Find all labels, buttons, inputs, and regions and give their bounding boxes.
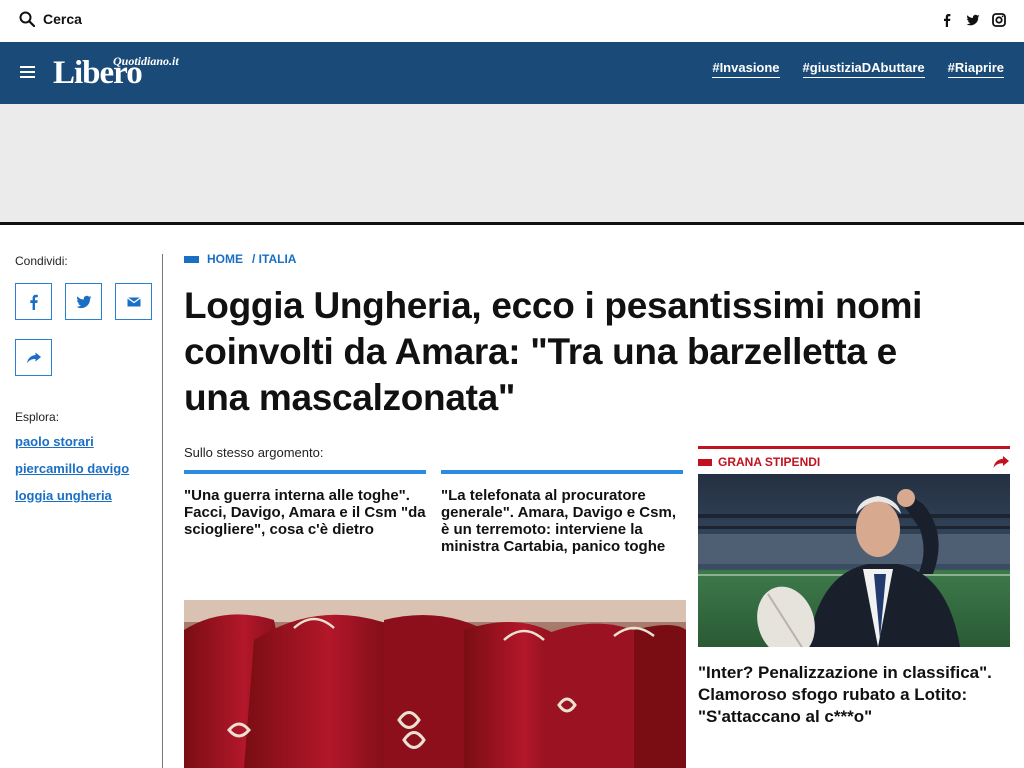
menu-icon[interactable] <box>20 66 35 78</box>
hashtag-nav: #Invasione #giustiziaDAbuttare #Riaprire <box>712 60 1004 78</box>
explore-label: Esplora: <box>15 410 60 424</box>
related-label: Sullo stesso argomento: <box>184 445 324 460</box>
card-category: GRANA STIPENDI <box>698 455 820 469</box>
explore-link-paolo-storari[interactable]: paolo storari <box>15 434 155 449</box>
instagram-link[interactable] <box>992 13 1006 27</box>
explore-link-loggia-ungheria[interactable]: loggia ungheria <box>15 488 155 503</box>
explore-link-piercamillo-davigo[interactable]: piercamillo davigo <box>15 461 155 476</box>
related-article-1[interactable]: "Una guerra interna alle toghe". Facci, … <box>184 470 426 538</box>
share-buttons <box>15 283 155 376</box>
twitter-icon <box>966 14 980 26</box>
ad-divider <box>0 222 1024 225</box>
explore-links: paolo storari piercamillo davigo loggia … <box>15 434 155 503</box>
hashtag-giustizia[interactable]: #giustiziaDAbuttare <box>802 60 925 78</box>
share-more-button[interactable] <box>15 339 52 376</box>
site-header: Quotidiano.it Libero #Invasione #giustiz… <box>0 42 1024 104</box>
share-facebook-button[interactable] <box>15 283 52 320</box>
facebook-link[interactable] <box>940 13 954 27</box>
search-icon <box>19 11 35 27</box>
facebook-icon <box>944 14 951 27</box>
card-category-label: GRANA STIPENDI <box>718 455 821 469</box>
twitter-icon <box>76 295 91 308</box>
breadcrumb-marker <box>184 255 199 263</box>
card-headline[interactable]: "Inter? Penalizzazione in classifica". C… <box>698 662 1010 728</box>
libero-logo[interactable]: Quotidiano.it Libero <box>53 52 193 92</box>
share-arrow-icon <box>26 352 41 363</box>
column-divider <box>162 254 163 768</box>
share-twitter-button[interactable] <box>65 283 102 320</box>
sidebar-news-card[interactable]: GRANA STIPENDI "Inter? Penalizzazione in… <box>698 446 1010 728</box>
search-button[interactable]: Cerca <box>19 11 82 27</box>
article-main-image <box>184 600 686 768</box>
social-links <box>940 13 1006 27</box>
hashtag-riaprire[interactable]: #Riaprire <box>947 60 1004 78</box>
mail-icon <box>126 296 141 306</box>
search-label: Cerca <box>43 11 82 27</box>
top-utility-bar: Cerca <box>0 0 1024 42</box>
related-article-1-title: "Una guerra interna alle toghe". Facci, … <box>184 487 426 538</box>
breadcrumb: HOME / ITALIA <box>184 252 300 266</box>
card-category-row: GRANA STIPENDI <box>698 449 1010 474</box>
related-article-2-title: "La telefonata al procuratore generale".… <box>441 487 676 555</box>
breadcrumb-home[interactable]: HOME <box>207 252 243 266</box>
hashtag-invasione[interactable]: #Invasione <box>712 60 780 78</box>
share-label: Condividi: <box>15 254 68 268</box>
share-arrow-icon[interactable] <box>992 455 1010 469</box>
breadcrumb-italia[interactable]: / ITALIA <box>252 252 296 266</box>
article-title: Loggia Ungheria, ecco i pesantissimi nom… <box>184 285 923 418</box>
related-article-2[interactable]: "La telefonata al procuratore generale".… <box>441 470 683 555</box>
share-email-button[interactable] <box>115 283 152 320</box>
share-column: Condividi: Esplora: paolo storari pierca… <box>15 254 155 515</box>
facebook-icon <box>29 294 38 310</box>
instagram-icon <box>992 13 1006 27</box>
card-photo <box>698 474 1010 647</box>
twitter-link[interactable] <box>966 13 980 27</box>
logo-wordmark: Libero <box>53 55 143 91</box>
ad-banner-area <box>0 104 1024 222</box>
